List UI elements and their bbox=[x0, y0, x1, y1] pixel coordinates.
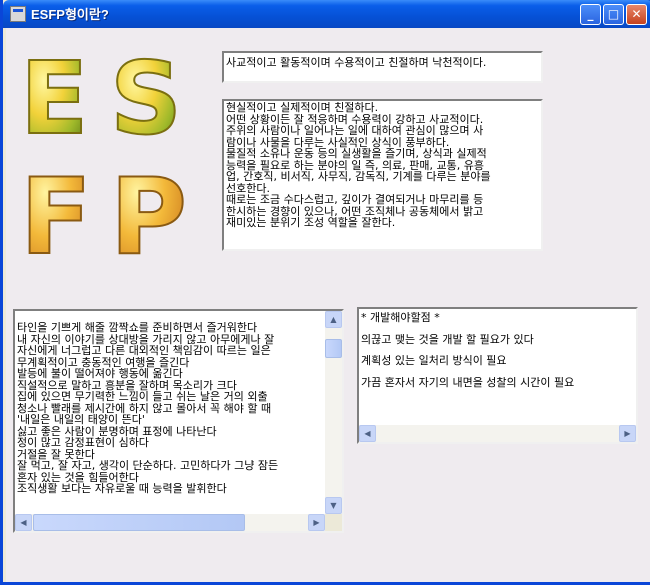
traits-vertical-scroll-thumb[interactable] bbox=[325, 339, 342, 358]
development-item: 가끔 혼자서 자기의 내면을 성찰의 시간이 필요 bbox=[361, 376, 575, 388]
description-line: 한시하는 경향이 있으나, 어떤 조직체나 공동체에서 밝고 bbox=[226, 205, 484, 217]
title-bar[interactable]: ESFP형이란? _ □ ✕ bbox=[3, 0, 650, 28]
traits-textbox[interactable]: 타인을 기쁘게 해줄 깜짝쇼를 준비하면서 즐거워한다 내 자신의 이야기를 상대… bbox=[13, 309, 344, 533]
scroll-right-arrow-icon[interactable]: ▶ bbox=[619, 425, 636, 442]
trait-line: 싫고 좋은 사람이 분명하며 표정에 나타난다 bbox=[17, 425, 217, 437]
trait-line: 직설적으로 말하고 흥분을 잘하며 목소리가 크다 bbox=[17, 379, 237, 391]
description-line: 재미있는 분위기 조성 역할을 잘한다. bbox=[226, 217, 396, 229]
traits-horizontal-scrollbar[interactable]: ◀ ▶ bbox=[15, 514, 325, 531]
scroll-up-arrow-icon[interactable]: ▲ bbox=[325, 311, 342, 328]
description-line: 현실적이고 실제적이며 친절하다. bbox=[226, 102, 379, 114]
description-line: 람이나 사물을 다루는 사실적인 상식이 풍부하다. bbox=[226, 136, 450, 148]
app-icon[interactable] bbox=[10, 6, 26, 22]
description-line: 능력을 필요로 하는 분야의 일 즉, 의료, 판매, 교통, 유흥 bbox=[226, 159, 484, 171]
description-line: 업, 간호직, 비서직, 사무직, 감독직, 기계를 다루는 분야를 bbox=[226, 171, 491, 183]
trait-line: 거절을 잘 못한다 bbox=[17, 448, 95, 460]
traits-vertical-scrollbar[interactable]: ▲ ▼ bbox=[325, 311, 342, 514]
description-line: 선호한다. bbox=[226, 182, 270, 194]
logo-letter-f: F bbox=[19, 155, 93, 278]
development-title: * 개발해야할점 * bbox=[361, 312, 440, 324]
esfp-logo-image: E S F P bbox=[19, 39, 188, 278]
trait-line: 잘 먹고, 잘 자고, 생각이 단순하다. 고민하다가 그냥 잠든 bbox=[17, 460, 279, 472]
svg-text:F: F bbox=[20, 156, 92, 278]
form-client-area: E S F P 사교적이고 활동적이며 수용적이고 친절하며 낙천적이다. 현실… bbox=[6, 28, 650, 582]
window-title: ESFP형이란? bbox=[31, 7, 109, 22]
development-textbox[interactable]: * 개발해야할점 * 의끊고 맺는 것을 개발 할 필요가 있다계획성 있는 일… bbox=[357, 307, 638, 444]
development-item: 의끊고 맺는 것을 개발 할 필요가 있다 bbox=[361, 333, 534, 345]
main-window: ESFP형이란? _ □ ✕ E S F P 사교적이고 활동적이며 수용적이고… bbox=[0, 0, 650, 585]
description-line: 때로는 조금 수다스럽고, 깊이가 결여되거나 마무리를 등 bbox=[226, 194, 484, 206]
scroll-right-arrow-icon[interactable]: ▶ bbox=[308, 514, 325, 531]
trait-line: 청소나 빨래를 제시간에 하지 않고 몰아서 꼭 해야 할 때 bbox=[17, 402, 272, 414]
summary-textbox[interactable]: 사교적이고 활동적이며 수용적이고 친절하며 낙천적이다. bbox=[222, 51, 543, 83]
scroll-down-arrow-icon[interactable]: ▼ bbox=[325, 497, 342, 514]
description-textbox[interactable]: 현실적이고 실제적이며 친절하다. 어떤 상황이든 잘 적응하며 수용력이 강하고… bbox=[222, 99, 543, 251]
svg-text:P: P bbox=[110, 156, 187, 278]
svg-text:S: S bbox=[110, 40, 182, 157]
trait-line: 무계획적이고 충동적인 여행을 즐긴다 bbox=[17, 356, 190, 368]
trait-line: 발등에 불이 떨어져야 행동에 옮긴다 bbox=[17, 368, 183, 380]
trait-line: 정이 많고 감정표현이 심하다 bbox=[17, 437, 149, 449]
trait-line: 내 자신의 이야기를 상대방을 가리지 않고 아무에게나 잘 bbox=[17, 333, 275, 345]
summary-text: 사교적이고 활동적이며 수용적이고 친절하며 낙천적이다. bbox=[226, 57, 487, 69]
scroll-left-arrow-icon[interactable]: ◀ bbox=[359, 425, 376, 442]
development-horizontal-scrollbar[interactable]: ◀ ▶ bbox=[359, 425, 636, 442]
scrollbar-corner bbox=[325, 514, 342, 531]
svg-text:E: E bbox=[20, 40, 88, 157]
trait-line: 타인을 기쁘게 해줄 깜짝쇼를 준비하면서 즐거워한다 bbox=[17, 322, 258, 334]
description-line: 어떤 상황이든 잘 적응하며 수용력이 강하고 사교적이다. bbox=[226, 113, 484, 125]
description-line: 물질적 소유나 운동 등의 실생활을 즐기며, 상식과 실제적 bbox=[226, 148, 487, 160]
minimize-button[interactable]: _ bbox=[580, 4, 601, 25]
trait-line: 집에 있으면 무기력한 느낌이 들고 쉬는 날은 거의 외출 bbox=[17, 391, 268, 403]
logo-letter-s: S bbox=[109, 39, 183, 158]
traits-horizontal-scroll-thumb[interactable] bbox=[33, 514, 245, 531]
trait-line: 혼자 있는 것을 힘들어한다 bbox=[17, 471, 139, 483]
trait-line: '내일은 내일의 태양이 뜬다' bbox=[17, 414, 145, 426]
close-button[interactable]: ✕ bbox=[626, 4, 647, 25]
logo-letter-p: P bbox=[109, 155, 188, 278]
logo-letter-e: E bbox=[19, 39, 89, 158]
trait-line: 자신에게 너그럽고 다른 대외적인 책임감이 따르는 일은 bbox=[17, 345, 271, 357]
description-line: 주위의 사람이나 일어나는 일에 대하여 관심이 많으며 사 bbox=[226, 125, 484, 137]
trait-line: 조직생활 보다는 자유로울 때 능력을 발휘한다 bbox=[17, 483, 227, 495]
maximize-button[interactable]: □ bbox=[603, 4, 624, 25]
scroll-left-arrow-icon[interactable]: ◀ bbox=[15, 514, 32, 531]
development-item: 계획성 있는 일처리 방식이 필요 bbox=[361, 355, 507, 367]
